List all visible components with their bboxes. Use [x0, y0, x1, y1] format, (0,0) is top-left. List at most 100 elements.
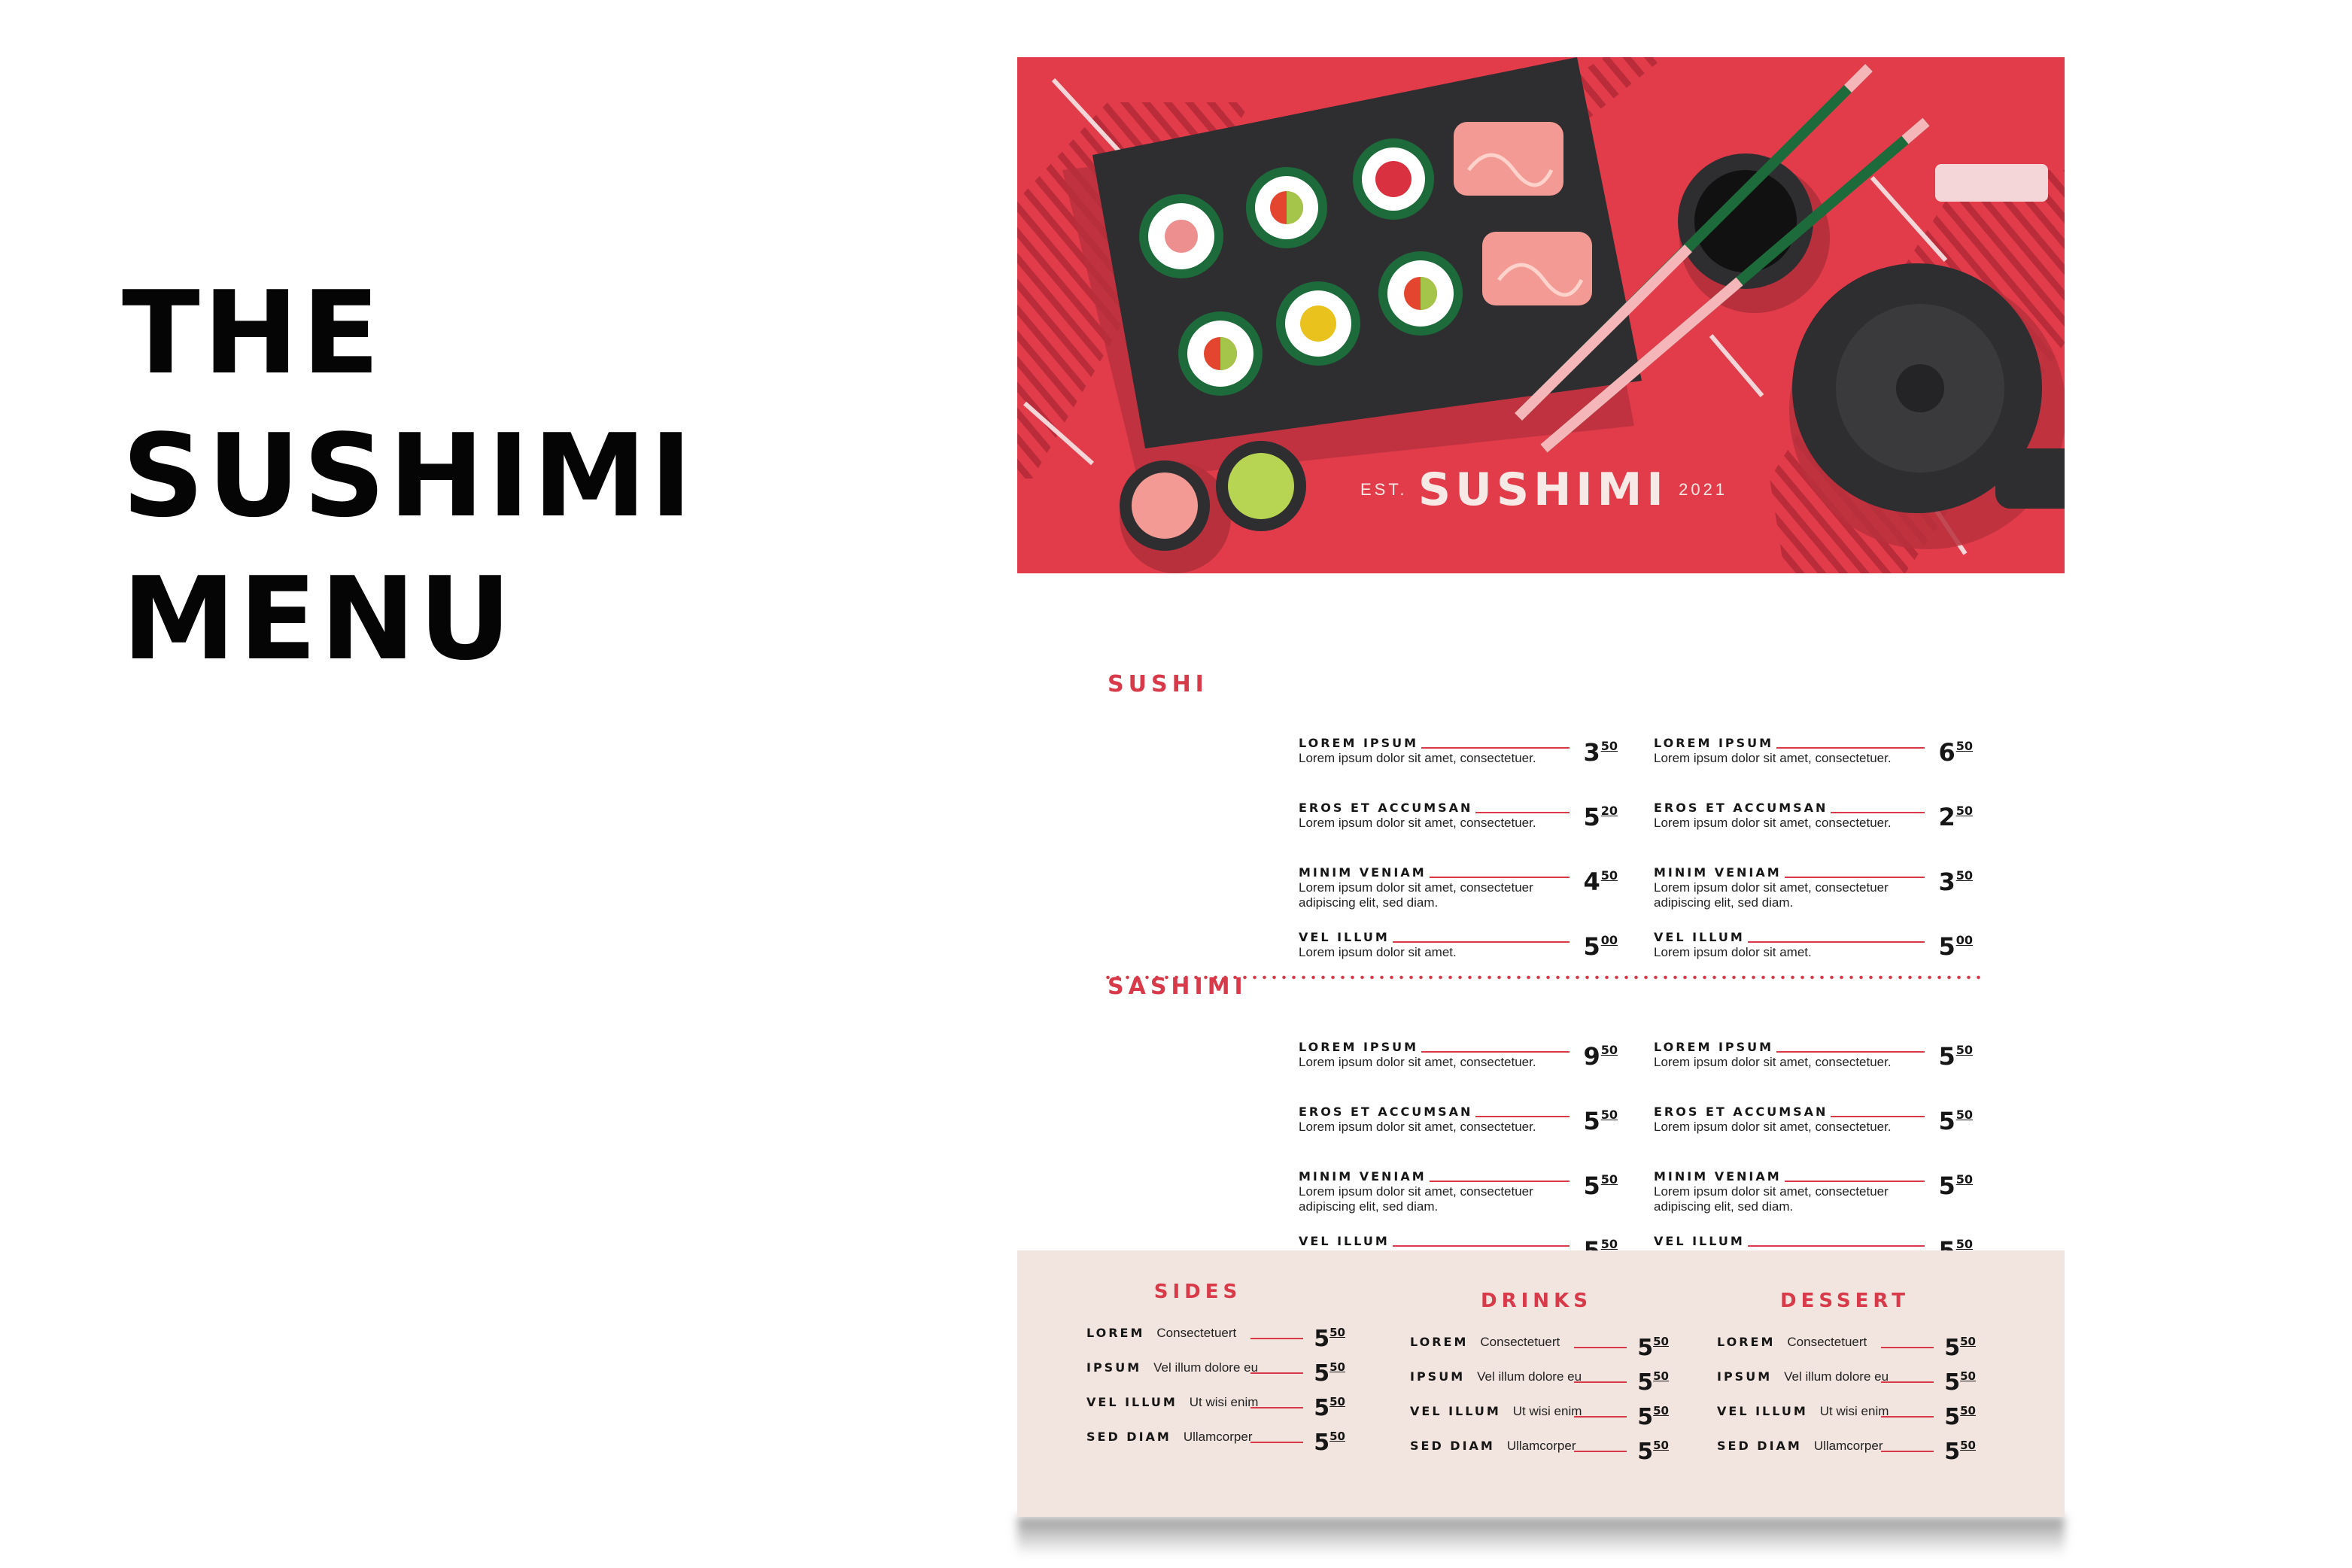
price-main: 5: [1944, 1404, 1961, 1430]
item-description: Lorem ipsum dolor sit amet, consectetuer…: [1299, 816, 1536, 830]
leader-line: [1831, 1116, 1925, 1117]
price-main: 5: [1314, 1326, 1330, 1352]
menu-item: EROS ET ACCUMSAN Lorem ipsum dolor sit am…: [1299, 801, 1618, 846]
extras-item-name: VEL ILLUM: [1086, 1395, 1178, 1409]
brand-name: SUSHIMI: [1418, 463, 1668, 516]
extras-item-name: LOREM: [1410, 1335, 1469, 1349]
leader-line: [1784, 877, 1925, 878]
extras-item-description: Ullamcorper: [1813, 1439, 1883, 1453]
extras-item-price: 550: [1314, 1320, 1345, 1352]
extras-item: LOREM Consectetuert 550: [1410, 1329, 1669, 1361]
sashimi-section-title: SASHIMI: [1108, 974, 1247, 1000]
extras-item-price: 550: [1944, 1398, 1976, 1430]
item-price: 550: [1938, 1166, 1973, 1199]
item-description: Lorem ipsum dolor sit amet.: [1299, 945, 1457, 959]
price-cents: 20: [1600, 804, 1618, 818]
menu-item: MINIM VENIAM Lorem ipsum dolor sit amet, …: [1299, 1169, 1618, 1214]
title-line-2: SUSHIMI: [122, 409, 695, 542]
extras-item: SED DIAM Ullamcorper 550: [1086, 1424, 1345, 1456]
item-price: 520: [1583, 798, 1618, 831]
item-price: 500: [1938, 927, 1973, 960]
price-main: 2: [1938, 803, 1955, 831]
price-cents: 50: [1600, 739, 1618, 753]
leader-line: [1574, 1381, 1627, 1383]
sushi-section-title: SUSHI: [1108, 671, 1208, 697]
price-main: 3: [1583, 738, 1600, 767]
item-description: Lorem ipsum dolor sit amet, consectetuer…: [1654, 1055, 1892, 1069]
item-name: VEL ILLUM: [1654, 1234, 1746, 1248]
menu-item: MINIM VENIAM Lorem ipsum dolor sit amet, …: [1654, 865, 1973, 910]
drinks-title: DRINKS: [1481, 1290, 1592, 1312]
extras-item-price: 550: [1637, 1398, 1669, 1430]
extras-item-description: Vel illum dolore eu: [1477, 1369, 1582, 1384]
leader-line: [1421, 1051, 1570, 1053]
item-description: Lorem ipsum dolor sit amet, consectetuer…: [1654, 751, 1892, 765]
price-cents: 50: [1955, 1043, 1973, 1057]
item-price: 550: [1938, 1037, 1973, 1070]
price-main: 5: [1637, 1369, 1654, 1396]
extras-item-name: SED DIAM: [1717, 1439, 1802, 1453]
item-description: Lorem ipsum dolor sit amet, consectetuer…: [1654, 880, 1889, 910]
leader-line: [1881, 1451, 1934, 1452]
leader-line: [1475, 812, 1570, 813]
item-description: Lorem ipsum dolor sit amet, consectetuer…: [1299, 1055, 1536, 1069]
item-name: LOREM IPSUM: [1654, 1040, 1776, 1054]
item-name: VEL ILLUM: [1299, 930, 1391, 944]
leader-line: [1881, 1416, 1934, 1418]
extras-item: IPSUM Vel illum dolore eu 550: [1717, 1363, 1976, 1396]
price-cents: 50: [1329, 1360, 1345, 1374]
page-title: THE SUSHIMI MENU: [122, 262, 695, 691]
title-line-3: MENU: [122, 552, 515, 685]
item-name: VEL ILLUM: [1299, 1234, 1391, 1248]
item-description: Lorem ipsum dolor sit amet, consectetuer…: [1299, 1184, 1533, 1214]
price-cents: 00: [1955, 933, 1973, 947]
menu-item: EROS ET ACCUMSAN Lorem ipsum dolor sit am…: [1654, 1105, 1973, 1150]
price-main: 5: [1314, 1430, 1330, 1456]
price-main: 5: [1637, 1404, 1654, 1430]
menu-item: LOREM IPSUM Lorem ipsum dolor sit amet, c…: [1654, 1040, 1973, 1085]
price-main: 5: [1314, 1395, 1330, 1421]
item-name: MINIM VENIAM: [1299, 865, 1428, 880]
item-name: LOREM IPSUM: [1299, 736, 1421, 750]
item-description: Lorem ipsum dolor sit amet, consectetuer…: [1299, 1120, 1536, 1134]
price-cents: 50: [1600, 1237, 1618, 1251]
item-name: LOREM IPSUM: [1299, 1040, 1421, 1054]
extras-item-name: IPSUM: [1717, 1369, 1773, 1384]
extras-item-price: 550: [1314, 1424, 1345, 1456]
price-main: 5: [1938, 932, 1955, 961]
extras-item: VEL ILLUM Ut wisi enim 550: [1717, 1398, 1976, 1430]
item-name: LOREM IPSUM: [1654, 736, 1776, 750]
price-main: 6: [1938, 738, 1955, 767]
leader-line: [1392, 1245, 1570, 1247]
price-cents: 50: [1960, 1439, 1976, 1452]
extras-item-price: 550: [1944, 1329, 1976, 1361]
hero-illustration: EST. SUSHIMI 2021: [1017, 57, 2065, 573]
item-description: Lorem ipsum dolor sit amet, consectetuer…: [1654, 1184, 1889, 1214]
price-main: 5: [1944, 1439, 1961, 1465]
extras-item: LOREM Consectetuert 550: [1717, 1329, 1976, 1361]
item-name: EROS ET ACCUMSAN: [1654, 801, 1830, 815]
extras-panel: SIDES DRINKS DESSERT LOREM Consectetuert 5…: [1017, 1250, 2065, 1517]
menu-sheet: EST. SUSHIMI 2021 SUSHI LOREM IPSUM Lorem…: [1017, 57, 2065, 1517]
menu-item: MINIM VENIAM Lorem ipsum dolor sit amet, …: [1299, 865, 1618, 910]
menu-shadow: [1017, 1517, 2065, 1556]
price-main: 9: [1583, 1042, 1600, 1071]
item-name: EROS ET ACCUMSAN: [1299, 1105, 1475, 1119]
price-main: 3: [1938, 868, 1955, 896]
extras-item-price: 550: [1944, 1433, 1976, 1465]
extras-item-name: LOREM: [1717, 1335, 1776, 1349]
leader-line: [1392, 941, 1570, 943]
price-cents: 50: [1600, 1172, 1618, 1187]
price-main: 5: [1583, 1107, 1600, 1135]
extras-item-name: SED DIAM: [1086, 1430, 1171, 1444]
extras-item-description: Ut wisi enim: [1512, 1404, 1582, 1418]
extras-item-name: IPSUM: [1410, 1369, 1466, 1384]
price-cents: 50: [1329, 1430, 1345, 1443]
item-name: MINIM VENIAM: [1654, 865, 1783, 880]
price-main: 5: [1637, 1335, 1654, 1361]
sides-title: SIDES: [1153, 1281, 1242, 1303]
price-main: 5: [1583, 932, 1600, 961]
extras-item-name: VEL ILLUM: [1717, 1404, 1808, 1418]
extras-item-price: 550: [1314, 1354, 1345, 1387]
menu-item: EROS ET ACCUMSAN Lorem ipsum dolor sit am…: [1299, 1105, 1618, 1150]
